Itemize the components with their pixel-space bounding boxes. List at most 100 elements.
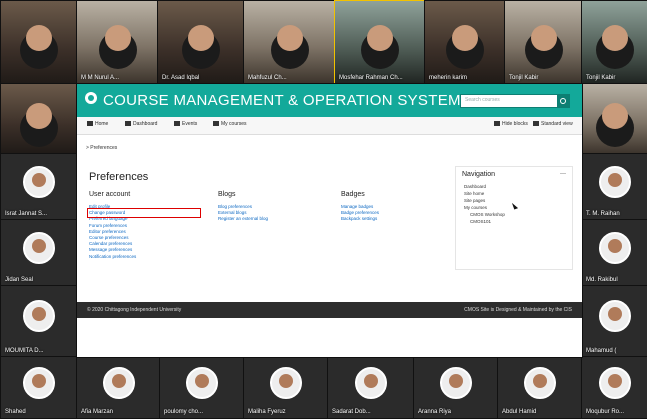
participant-name: M M Nurul A... [81, 75, 120, 81]
participant-name: Mahfuzul Ch... [248, 75, 287, 81]
participant-name: Tonjil Kabir [509, 75, 539, 81]
search-placeholder: Search courses [465, 97, 500, 103]
navigation-title: Navigation [462, 171, 496, 178]
hide-blocks-icon [494, 121, 500, 127]
standard-view-icon [533, 121, 539, 127]
participant-tile[interactable]: meherin karim [424, 0, 506, 85]
participant-name: Md. Rakibul [586, 277, 618, 283]
nav-dashboard[interactable]: Dashboard [125, 121, 157, 127]
participant-face [367, 25, 393, 52]
participant-face [26, 25, 52, 52]
nav-block-item[interactable]: Dashboard [464, 183, 505, 190]
lms-footer: © 2020 Chittagong Independent University… [77, 302, 582, 318]
participant-name: Sadarat Dob... [332, 409, 371, 415]
participant-tile[interactable]: M M Nurul A... [76, 0, 159, 85]
standard-view-button[interactable]: Standard view [533, 121, 573, 127]
participant-face [530, 25, 557, 52]
participant-tile[interactable]: Mahamud ( [581, 285, 647, 358]
link-backpack-settings[interactable]: Backpack settings [341, 216, 451, 222]
participant-tile[interactable]: T. M. Raihan [581, 153, 647, 221]
lms-content: > Preferences Preferences User account E… [77, 135, 582, 302]
hide-blocks-button[interactable]: Hide blocks [494, 121, 528, 127]
link-register-external-blog[interactable]: Register an external blog [218, 216, 328, 222]
participant-tile[interactable] [581, 83, 647, 155]
participant-tile[interactable]: Tonjil Kabir [581, 0, 647, 85]
participant-tile[interactable]: Dr. Asad Iqbal [157, 0, 245, 85]
section-title: Badges [341, 191, 365, 198]
participant-face [188, 25, 214, 52]
nav-block-item[interactable]: My courses [464, 204, 505, 211]
participant-tile[interactable]: Mahfuzul Ch... [243, 0, 336, 85]
nav-block-item[interactable]: CMOS101 [464, 218, 505, 225]
nav-events[interactable]: Events [174, 121, 197, 127]
nav-home[interactable]: Home [87, 121, 108, 127]
participant-tile[interactable]: poulomy cho... [159, 356, 245, 419]
avatar [23, 299, 55, 332]
nav-block-item[interactable]: CMOS Workshop [464, 211, 505, 218]
participant-name: Mosfehar Rahman Ch... [339, 75, 403, 81]
participant-name: Tonjil Kabir [586, 75, 616, 81]
participant-tile[interactable]: Israt Jannat S... [0, 153, 78, 221]
section-badges: Badges Manage badges Badge preferences B… [341, 191, 451, 267]
minimize-block-icon[interactable]: — [560, 171, 566, 177]
section-title: User account [89, 191, 131, 198]
participant-tile[interactable]: Jidan Seal [0, 219, 78, 287]
navigation-links: Dashboard Site home Site pages My course… [464, 183, 505, 225]
participant-tile[interactable]: Moqubur Ro... [581, 356, 647, 419]
video-call-window: M M Nurul A... Dr. Asad Iqbal Mahfuzul C… [0, 0, 647, 419]
participant-tile[interactable] [0, 83, 78, 155]
site-title: COURSE MANAGEMENT & OPERATION SYSTEM [103, 92, 461, 109]
nav-my-courses[interactable]: My courses [213, 121, 247, 127]
avatar [599, 231, 631, 264]
avatar [524, 366, 556, 399]
blogs-links: Blog preferences External blogs Register… [218, 204, 328, 223]
breadcrumb[interactable]: > Preferences [86, 145, 117, 151]
participant-tile[interactable]: Tonjil Kabir [504, 0, 583, 85]
participant-tile[interactable] [0, 0, 78, 85]
participant-face [104, 25, 131, 52]
participant-tile[interactable]: Abdul Hamid [497, 356, 583, 419]
user-account-links: Edit profile Change password Preferred l… [87, 204, 201, 260]
participant-tile-active-speaker[interactable]: Mosfehar Rahman Ch... [334, 0, 426, 85]
participant-name: Maliha Fyeruz [248, 409, 286, 415]
participant-face [276, 25, 303, 52]
participant-name: T. M. Raihan [586, 211, 620, 217]
avatar [23, 231, 55, 264]
participant-name: MOUMITA D... [5, 348, 44, 354]
nav-block-item[interactable]: Site home [464, 190, 505, 197]
courses-icon [213, 121, 219, 127]
site-logo-icon [85, 92, 97, 104]
participant-name: Aranna Riya [418, 409, 452, 415]
avatar [599, 299, 631, 332]
avatar [355, 366, 387, 399]
participant-tile[interactable]: Shahed [0, 356, 78, 419]
participant-tile[interactable]: Sadarat Dob... [327, 356, 415, 419]
navigation-block: Navigation — Dashboard Site home Site pa… [455, 166, 573, 270]
participant-tile[interactable]: Maliha Fyeruz [243, 356, 329, 419]
avatar [186, 366, 218, 399]
participant-tile[interactable]: Aranna Riya [413, 356, 499, 419]
participant-tile[interactable]: Afia Marzan [76, 356, 161, 419]
participant-name: Moqubur Ro... [586, 409, 625, 415]
section-blogs: Blogs Blog preferences External blogs Re… [218, 191, 328, 267]
home-icon [87, 121, 93, 127]
link-notification-preferences[interactable]: Notification preferences [89, 254, 199, 260]
participant-face [452, 25, 478, 52]
nav-block-item[interactable]: Site pages [464, 197, 505, 204]
dashboard-icon [125, 121, 131, 127]
participant-name: Mahamud ( [586, 348, 617, 354]
shared-screen[interactable]: COURSE MANAGEMENT & OPERATION SYSTEM Sea… [76, 83, 583, 358]
section-user-account: User account Edit profile Change passwor… [87, 191, 201, 267]
avatar [270, 366, 302, 399]
badges-links: Manage badges Badge preferences Backpack… [341, 204, 451, 223]
participant-name: Shahed [5, 409, 26, 415]
participant-name: Abdul Hamid [502, 409, 537, 415]
participant-tile[interactable]: MOUMITA D... [0, 285, 78, 358]
avatar [23, 165, 55, 198]
search-icon[interactable] [557, 95, 569, 107]
avatar [440, 366, 472, 399]
participant-tile[interactable]: Md. Rakibul [581, 219, 647, 287]
search-courses-field[interactable]: Search courses [460, 94, 570, 108]
participant-name: Israt Jannat S... [5, 211, 48, 217]
lms-topbar: COURSE MANAGEMENT & OPERATION SYSTEM Sea… [77, 84, 582, 117]
